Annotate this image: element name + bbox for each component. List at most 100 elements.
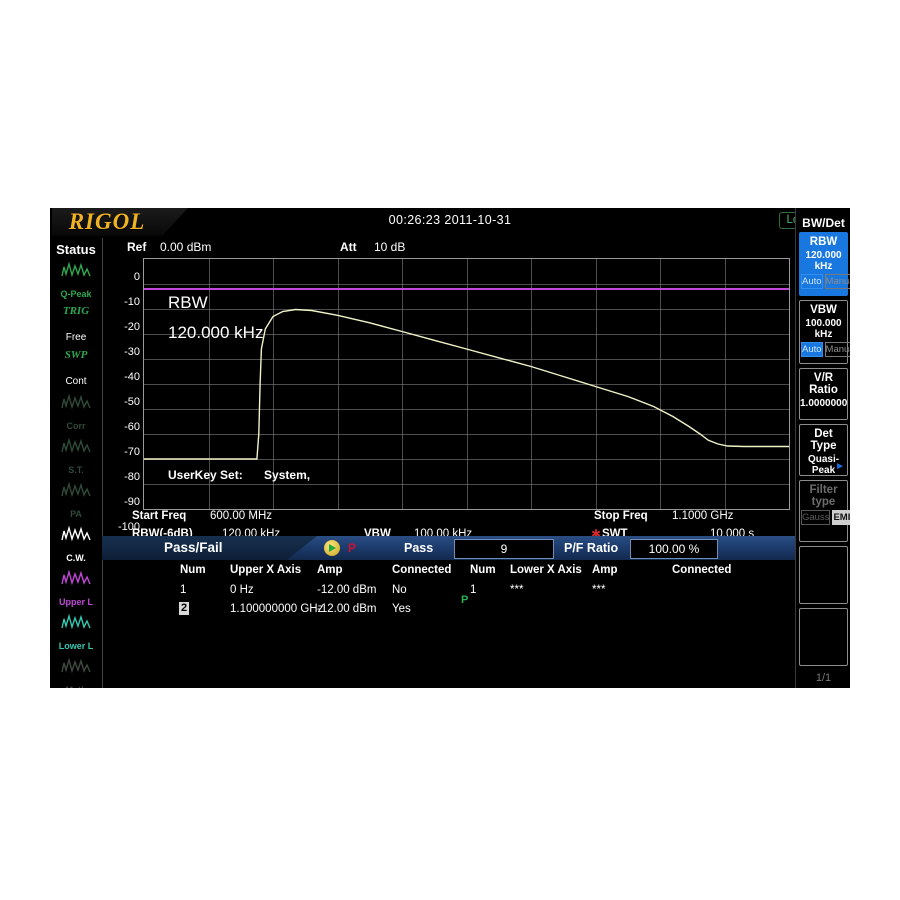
table-header-cell: Connected	[392, 564, 451, 576]
toggle-manual[interactable]: Manual	[825, 342, 850, 357]
table-row[interactable]: ***	[510, 584, 523, 596]
start-freq-value[interactable]: 600.00 MHz	[210, 510, 272, 522]
menu-item-label: Filter type	[800, 484, 847, 508]
math-waveform-icon	[50, 657, 102, 677]
status-item-continuous-wave: C.W.	[50, 521, 102, 565]
status-item-label: Cont	[50, 376, 102, 387]
status-item-label: Math	[50, 685, 102, 688]
table-row[interactable]: 1	[470, 584, 476, 596]
menu-item-value: 100.000 kHz	[800, 318, 847, 340]
userkey-hint: UserKey Set: System,	[168, 468, 328, 482]
status-item-sigtrack: S.T.	[50, 433, 102, 477]
menu-page-indicator: 1/1	[796, 672, 850, 684]
ref-label: Ref	[127, 240, 146, 254]
table-row[interactable]: No	[392, 584, 407, 596]
limit-table: NumUpper X AxisAmpConnectedNumLower X Ax…	[102, 564, 795, 648]
submenu-arrow-icon[interactable]: ►	[835, 461, 845, 472]
status-item-label: Free	[50, 332, 102, 343]
quasi-peak-waveform-icon	[50, 261, 102, 281]
y-axis-tick: -80	[104, 471, 140, 483]
status-item-label: Lower L	[50, 641, 102, 651]
stop-freq-label: Stop Freq	[594, 510, 648, 522]
menu-item-toggle-group: GaussEMI	[801, 510, 846, 525]
status-item-label: Q-Peak	[50, 289, 102, 299]
y-axis-tick: -70	[104, 446, 140, 458]
play-button-icon[interactable]	[324, 540, 340, 556]
status-sidebar: Status Q-PeakTRIGFreeSWPContCorrS.T.PAC.…	[50, 238, 103, 688]
passfail-title: Pass/Fail	[164, 540, 223, 555]
table-header-cell: Num	[470, 564, 496, 576]
menu-item-label: RBW	[800, 236, 847, 248]
y-axis-tick: -90	[104, 496, 140, 508]
preamp-icon	[50, 481, 102, 501]
table-row[interactable]: -12.00 dBm	[317, 584, 376, 596]
passfail-ratio-label: P/F Ratio	[564, 541, 618, 555]
table-row[interactable]: -12.00 dBm	[317, 603, 376, 615]
spectrum-analyzer-screen: RIGOL 00:26:23 2011-10-31 Local Status Q…	[50, 208, 850, 688]
menu-item-det-type[interactable]: Det TypeQuasi-Peak►	[799, 424, 848, 476]
table-row[interactable]: Yes	[392, 603, 411, 615]
status-title: Status	[50, 238, 102, 257]
ref-value[interactable]: 0.00 dBm	[160, 240, 211, 254]
menu-item-value: 120.000 kHz	[800, 250, 847, 272]
y-axis-tick: -60	[104, 421, 140, 433]
table-header-cell: Amp	[317, 564, 343, 576]
menu-item-label: Det Type	[800, 428, 847, 452]
table-header-cell: Lower X Axis	[510, 564, 582, 576]
cw-waveform-icon	[50, 525, 102, 545]
reference-row: Ref 0.00 dBm Att 10 dB	[102, 238, 795, 258]
att-label: Att	[340, 240, 357, 254]
table-row[interactable]: 1.100000000 GHz	[230, 603, 323, 615]
signal-track-icon	[50, 437, 102, 457]
table-row[interactable]: 0 Hz	[230, 584, 254, 596]
status-item-lower-limit: Lower L	[50, 609, 102, 653]
y-axis-tick: -30	[104, 346, 140, 358]
p-marker-icon: P	[348, 541, 356, 555]
swp-text-icon: SWP	[50, 349, 102, 361]
table-row[interactable]: 1	[180, 584, 186, 596]
pass-marker-icon: P	[461, 594, 468, 606]
status-item-math: Math	[50, 653, 102, 688]
menu-item-vbw[interactable]: VBW 100.000 kHz AutoManual	[799, 300, 848, 364]
menu-item-blank-2[interactable]	[799, 608, 848, 666]
clock-timestamp: 00:26:23 2011-10-31	[50, 213, 850, 227]
lower-limit-waveform-icon	[50, 613, 102, 633]
toggle-auto[interactable]: Auto	[801, 274, 823, 289]
userkey-label: UserKey Set:	[168, 468, 243, 482]
status-item-detector: Q-Peak	[50, 257, 102, 301]
status-item-label: C.W.	[50, 553, 102, 563]
menu-item-filter-type[interactable]: Filter type GaussEMI	[799, 480, 848, 542]
menu-item-label: VBW	[800, 304, 847, 316]
soft-key-menu: BW/Det RBW120.000 kHzAutoManualVBW100.00…	[795, 208, 850, 688]
rbw-overlay-value: 120.000 kHz	[168, 323, 263, 343]
status-item-label: Corr	[50, 421, 102, 431]
status-item-label: S.T.	[50, 465, 102, 475]
menu-item-vr-ratio[interactable]: V/R Ratio1.0000000	[799, 368, 848, 420]
passfail-ratio-value[interactable]: 100.00 %	[630, 539, 718, 559]
y-axis-tick: -10	[104, 296, 140, 308]
upper-limit-waveform-icon	[50, 569, 102, 589]
stop-freq-value[interactable]: 1.1000 GHz	[672, 510, 733, 522]
status-item-label: Upper L	[50, 597, 102, 607]
toggle-auto[interactable]: Auto	[801, 342, 823, 357]
status-item-sweep: SWP Cont	[50, 345, 102, 389]
passfail-count[interactable]: 9	[454, 539, 554, 559]
y-axis-labels: 0-10-20-30-40-50-60-70-80-90-100	[102, 258, 140, 508]
y-axis-tick: 0	[104, 271, 140, 283]
toggle-emi[interactable]: EMI	[832, 510, 850, 525]
att-value[interactable]: 10 dB	[374, 240, 405, 254]
table-row-selected-marker[interactable]: 2	[179, 602, 189, 615]
status-item-correction: Corr	[50, 389, 102, 433]
table-header-cell: Amp	[592, 564, 618, 576]
toggle-manual[interactable]: Manual	[825, 274, 850, 289]
start-freq-label: Start Freq	[132, 510, 186, 522]
menu-item-blank-1[interactable]	[799, 546, 848, 604]
menu-item-rbw[interactable]: RBW 120.000 kHz AutoManual	[799, 232, 848, 296]
title-bar: RIGOL 00:26:23 2011-10-31 Local	[50, 208, 850, 238]
menu-item-toggle-group: AutoManual	[801, 342, 846, 357]
menu-item-value: 1.0000000	[800, 398, 847, 409]
table-row[interactable]: ***	[592, 584, 605, 596]
toggle-gauss[interactable]: Gauss	[801, 510, 830, 525]
status-item-label: PA	[50, 509, 102, 519]
table-header-cell: Num	[180, 564, 206, 576]
